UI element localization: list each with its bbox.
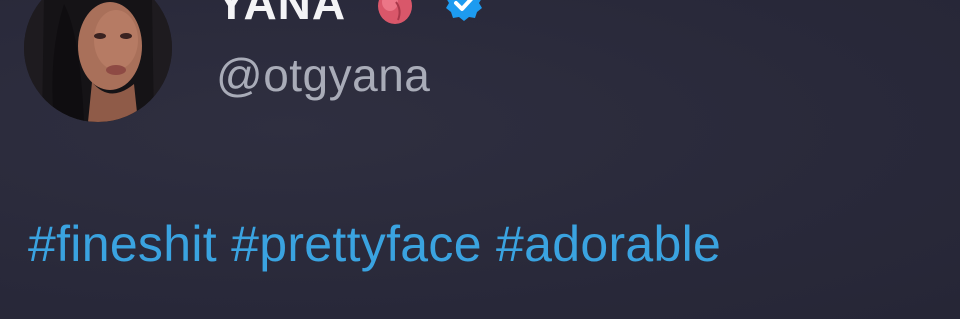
hashtag-link[interactable]: #fineshit [28, 216, 217, 272]
author-handle[interactable]: @otgyana [216, 48, 430, 102]
avatar-photo [24, 0, 172, 122]
verified-badge-icon [444, 0, 484, 23]
display-name[interactable]: YANA [216, 0, 346, 28]
tweet-text: #fineshit #prettyface #adorable [28, 214, 721, 274]
avatar[interactable] [24, 0, 172, 122]
tweet-card: YANA @otgyana #fineshit #prettyface #ado… [0, 0, 960, 319]
author-name-row: YANA [216, 0, 484, 28]
hashtag-link[interactable]: #prettyface [231, 216, 482, 272]
hashtag-link[interactable]: #adorable [496, 216, 721, 272]
anatomical-heart-icon [372, 0, 418, 26]
